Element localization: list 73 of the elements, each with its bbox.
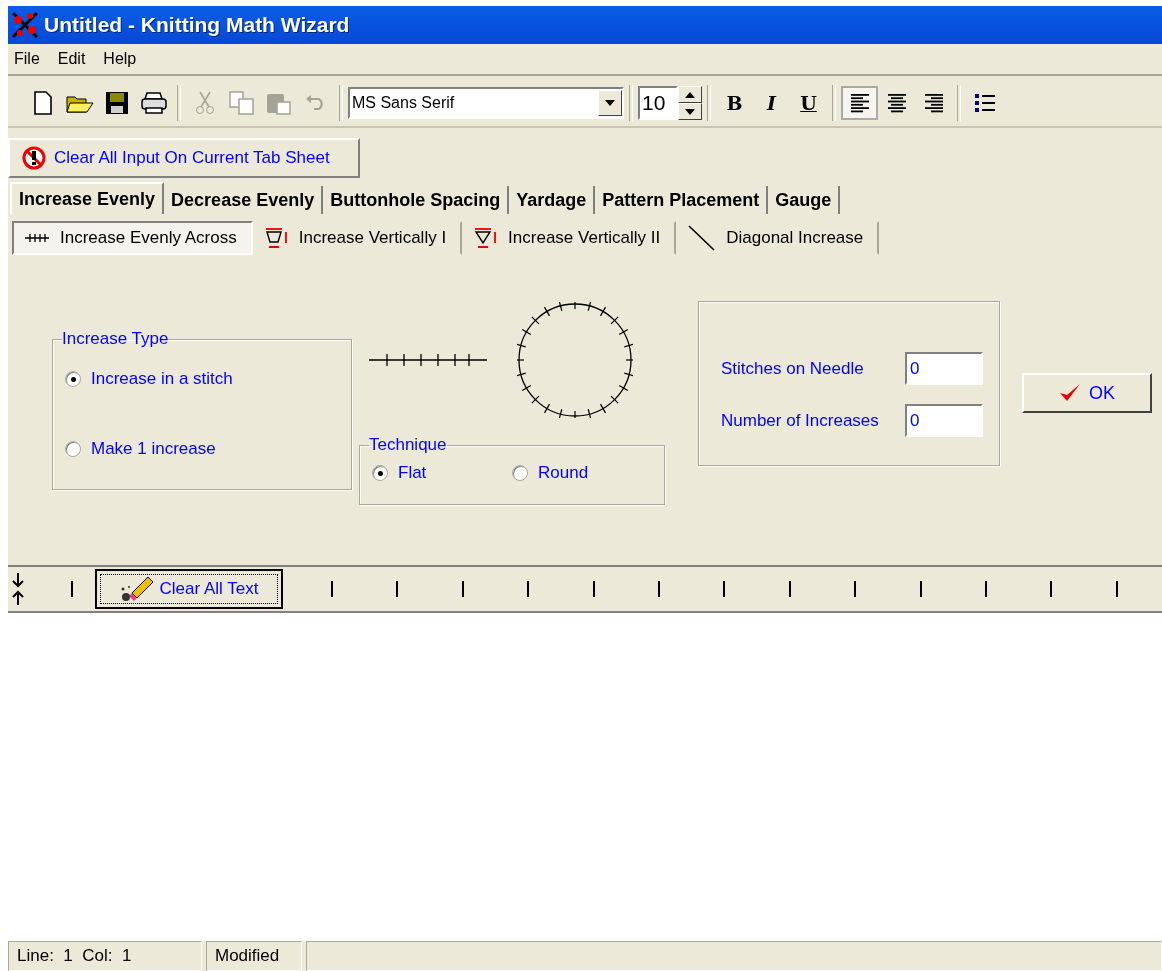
down-arrow-icon: [605, 100, 615, 106]
align-left-icon: [849, 92, 870, 114]
stitch-line-icon: [24, 232, 50, 244]
ok-button[interactable]: OK: [1022, 373, 1152, 413]
menu-item[interactable]: Edit: [57, 50, 86, 68]
spin-up-button[interactable]: [678, 86, 702, 103]
ruler-tick: [1050, 581, 1053, 597]
ruler-tick: [657, 581, 660, 597]
ruler-tick: [461, 581, 464, 597]
bullet-list-icon: [973, 92, 996, 114]
app-icon: [10, 10, 40, 40]
radio-button[interactable]: Flat: [372, 463, 512, 483]
font-size-field[interactable]: 10: [638, 86, 678, 120]
ruler-tick: [984, 581, 987, 597]
up-down-arrows-icon: [11, 572, 25, 606]
prohibited-icon: [22, 146, 46, 170]
ruler-tick: [723, 581, 726, 597]
eraser-pencil-icon: [119, 575, 154, 603]
sub-tab[interactable]: Diagonal Increase: [676, 221, 880, 255]
tab[interactable]: Increase Evenly: [10, 182, 165, 214]
triangle-icon: [474, 227, 499, 249]
down-arrow-icon: [685, 108, 695, 115]
new-file-icon: [32, 91, 53, 115]
radio-button[interactable]: Increase in a stitch: [65, 369, 339, 389]
dropdown-button[interactable]: [598, 90, 622, 116]
number-field[interactable]: 0: [905, 404, 983, 437]
scissors-icon: [195, 91, 214, 115]
spin-down-button[interactable]: [678, 103, 702, 120]
ruler-tick: [331, 581, 333, 597]
field-label: Stitches on Needle: [721, 358, 864, 379]
tab[interactable]: Buttonhole Spacing: [323, 186, 510, 214]
sub-tab[interactable]: Increase Evenly Across: [12, 221, 253, 255]
ruler-tick: [919, 581, 922, 597]
sub-tab[interactable]: Increase Vertically II: [462, 221, 677, 255]
clear-text-button[interactable]: Clear All Text: [95, 569, 283, 609]
tab[interactable]: Decrease Evenly: [164, 186, 324, 214]
tab[interactable]: Yardage: [509, 186, 596, 214]
align-right-icon: [923, 92, 944, 114]
ruler-tick: [527, 581, 530, 597]
copy-icon: [228, 91, 255, 115]
ruler-tick: [854, 581, 857, 597]
diagonal-line-icon: [688, 225, 717, 251]
tab[interactable]: Gauge: [768, 186, 841, 214]
checkmark-icon: [1059, 383, 1081, 403]
trapezoid-icon: [264, 227, 289, 249]
increase-type-group: Increase Type Increase in a stitch Make 1 increase: [52, 329, 352, 490]
clear-input-button[interactable]: Clear All Input On Current Tab Sheet: [8, 138, 360, 178]
ruler-tick: [396, 581, 399, 597]
technique-group: Technique Flat Round: [359, 435, 665, 505]
font-dropdown[interactable]: MS Sans Serif: [348, 87, 624, 119]
radio-button[interactable]: Round: [512, 463, 652, 483]
field-label: Number of Increases: [721, 410, 879, 431]
ruler-tick: [1115, 581, 1118, 597]
menu-item[interactable]: Help: [103, 50, 137, 68]
ruler-tick: [788, 581, 791, 597]
status-text: Modified: [206, 941, 302, 971]
ruler-tick: [592, 581, 595, 597]
ruler-tick: [71, 581, 73, 597]
toolbar-button[interactable]: [841, 86, 878, 120]
status-text: Line: 1 Col: 1: [8, 941, 202, 971]
up-arrow-icon: [685, 91, 695, 98]
bold-button[interactable]: B: [716, 86, 753, 120]
align-center-icon: [886, 92, 907, 114]
window-title: Untitled - Knitting Math Wizard: [44, 13, 350, 37]
clipboard-icon: [265, 91, 292, 115]
number-field[interactable]: 0: [905, 352, 983, 385]
tab[interactable]: Pattern Placement: [595, 186, 769, 214]
radio-button[interactable]: Make 1 increase: [65, 439, 339, 459]
sub-tab[interactable]: Increase Vertically I: [252, 221, 463, 255]
underline-button[interactable]: U: [790, 86, 827, 120]
printer-icon: [139, 91, 168, 115]
italic-button[interactable]: I: [753, 86, 790, 120]
menu-item[interactable]: File: [14, 50, 40, 68]
